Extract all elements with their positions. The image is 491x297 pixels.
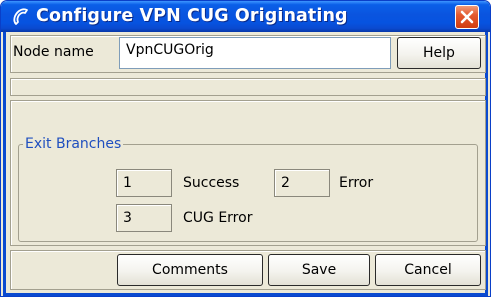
node-name-label: Node name — [13, 44, 94, 60]
close-x-icon — [460, 10, 474, 24]
comments-button[interactable]: Comments — [117, 254, 263, 286]
branch-number-1: 1 — [116, 169, 172, 197]
exit-branches-group — [18, 144, 478, 242]
window-title: Configure VPN CUG Originating — [36, 6, 348, 26]
branch-number-2: 2 — [274, 169, 330, 197]
close-button[interactable] — [455, 5, 479, 29]
branch-label-2: Error — [339, 175, 374, 191]
dialog-body: Node name VpnCUGOrig Help Exit Branches … — [3, 32, 488, 296]
phone-handset-icon — [13, 8, 28, 25]
dialog-window: Configure VPN CUG Originating Node name … — [0, 0, 491, 297]
exit-branches-legend: Exit Branches — [23, 136, 124, 152]
save-button[interactable]: Save — [268, 254, 370, 286]
branch-number-3: 3 — [116, 204, 172, 232]
node-name-field[interactable]: VpnCUGOrig — [119, 37, 391, 69]
branch-label-1: Success — [183, 175, 240, 191]
branch-label-3: CUG Error — [183, 210, 253, 226]
title-bar[interactable]: Configure VPN CUG Originating — [1, 1, 490, 32]
cancel-button[interactable]: Cancel — [375, 254, 481, 286]
help-button[interactable]: Help — [397, 37, 481, 69]
status-bar — [10, 78, 486, 96]
